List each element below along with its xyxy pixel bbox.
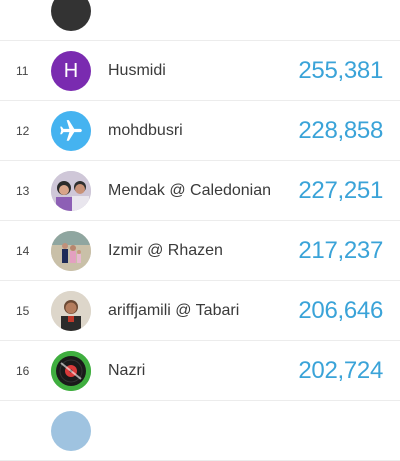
player-name: Nazri	[108, 362, 146, 379]
profile-photo	[51, 291, 91, 331]
avatar: H	[51, 51, 91, 91]
avatar	[51, 0, 91, 31]
rank-number: 16	[16, 364, 30, 378]
rank-number: 12	[16, 124, 30, 138]
avatar	[51, 411, 91, 451]
player-name: Izmir @ Rhazen	[108, 242, 223, 259]
player-name: ariffjamili @ Tabari	[108, 302, 240, 319]
player-score: 255,381	[298, 57, 383, 84]
avatar-letter: H	[63, 59, 79, 82]
list-item[interactable]: 11 H Husmidi 255,381	[0, 41, 400, 101]
avatar	[51, 231, 91, 271]
player-score: 227,251	[298, 177, 383, 204]
player-name: Husmidi	[108, 62, 166, 79]
profile-photo	[51, 231, 91, 271]
list-item[interactable]	[0, 401, 400, 461]
vinyl-record-icon	[51, 351, 91, 391]
airplane-icon	[60, 120, 82, 141]
player-score: 202,724	[298, 357, 383, 384]
list-item[interactable]: 15 ariffjamili @ Tabari 206,646	[0, 281, 400, 341]
list-item[interactable]: 14 Izmir @ Rhazen 217,237	[0, 221, 400, 281]
rank-number: 11	[16, 64, 29, 78]
rank-number: 13	[16, 184, 30, 198]
avatar	[51, 351, 91, 391]
avatar	[51, 111, 91, 151]
list-item[interactable]: 13 Mendak @ Caledonian 227,251	[0, 161, 400, 221]
rank-number: 15	[16, 304, 30, 318]
leaderboard-list: 11 H Husmidi 255,381 12 mohdbusri 228,85…	[0, 0, 400, 461]
player-name: Mendak @ Caledonian	[108, 182, 272, 199]
player-score: 228,858	[298, 117, 383, 144]
player-score: 206,646	[298, 297, 383, 324]
profile-photo	[51, 171, 91, 211]
list-item[interactable]: 12 mohdbusri 228,858	[0, 101, 400, 161]
player-name: mohdbusri	[108, 122, 183, 139]
rank-number: 14	[16, 244, 30, 258]
player-score: 217,237	[298, 237, 383, 264]
list-item[interactable]: 16 Nazri 202,724	[0, 341, 400, 401]
avatar	[51, 291, 91, 331]
avatar	[51, 171, 91, 211]
list-item[interactable]	[0, 0, 400, 41]
